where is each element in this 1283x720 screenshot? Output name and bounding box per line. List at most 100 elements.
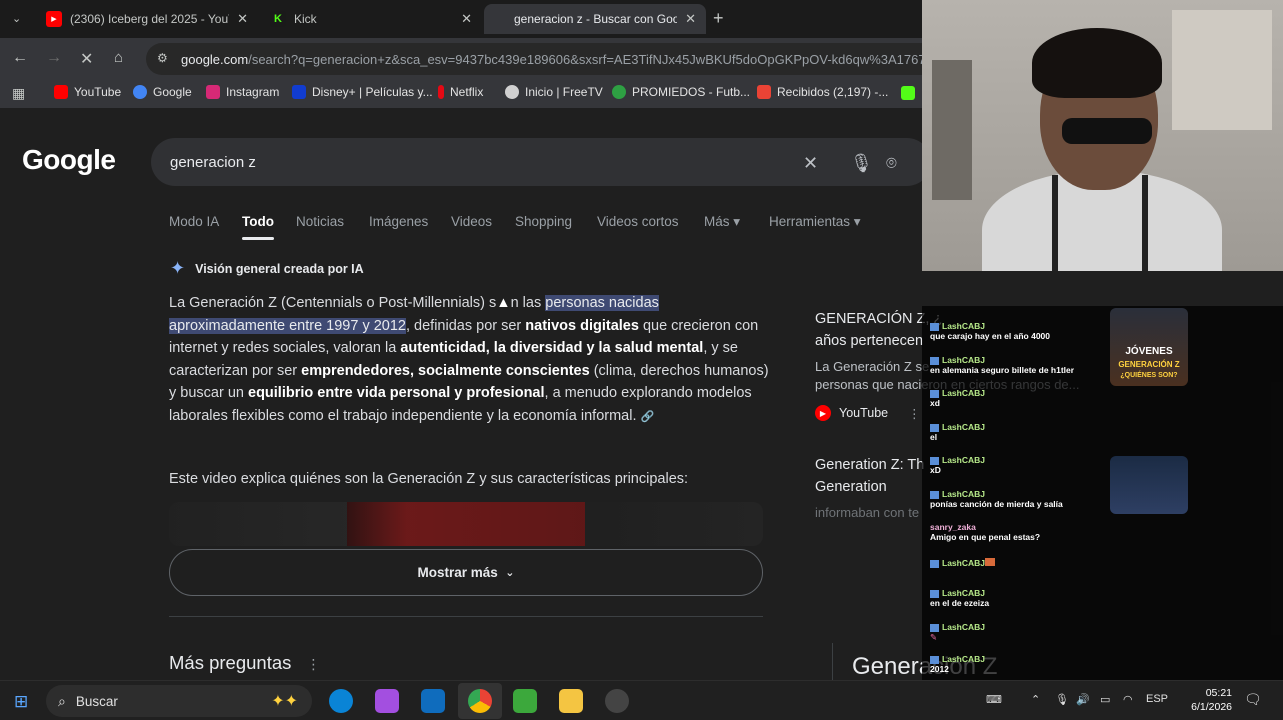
close-tab-icon[interactable]: ✕: [237, 11, 248, 27]
file-explorer-icon[interactable]: [559, 689, 583, 713]
volume-icon[interactable]: 🔊: [1076, 693, 1090, 706]
instagram-icon: [206, 85, 220, 99]
tab-videos[interactable]: Videos: [451, 214, 492, 229]
webcam-door: [932, 60, 972, 200]
link-icon[interactable]: 🔗: [641, 411, 655, 423]
clock[interactable]: 05:21 6/1/2026: [1172, 686, 1232, 714]
microphone-icon[interactable]: 🎙: [850, 153, 873, 174]
kick-icon: K: [270, 11, 286, 27]
ai-overview-text: La Generación Z (Centennials o Post-Mill…: [169, 295, 769, 424]
home-icon[interactable]: ⌂: [114, 49, 123, 66]
side-divider: [832, 643, 833, 680]
url-host: google.com: [181, 51, 249, 67]
more-options-icon[interactable]: ⋮: [908, 406, 921, 421]
bookmark-google[interactable]: Google: [133, 85, 192, 99]
tab-all[interactable]: Todo: [242, 214, 274, 229]
minecraft-icon[interactable]: [513, 689, 537, 713]
tab-google-search[interactable]: generacion z - Buscar con Goo ✕: [484, 4, 706, 34]
promiedos-icon: [612, 85, 626, 99]
keyboard-icon[interactable]: ⌨: [986, 693, 1002, 706]
badge-icon: [930, 456, 939, 465]
wifi-icon[interactable]: ◠: [1123, 693, 1133, 706]
chat-message: LashCABJ xd: [930, 388, 985, 408]
search-query-text: generacion z: [170, 153, 256, 171]
tray-chevron-icon[interactable]: ⌃: [1031, 693, 1040, 706]
badge-icon: [930, 623, 939, 632]
chat-message: sanry_zaka Amigo en que penal estas?: [930, 522, 1041, 542]
new-tab-icon[interactable]: +: [713, 8, 724, 29]
forward-icon[interactable]: →: [46, 49, 62, 67]
chrome-icon[interactable]: [468, 689, 492, 713]
side-result-2-title[interactable]: Generation Z: Th Generation: [815, 454, 924, 498]
webcam-overlay: [922, 0, 1283, 271]
thumbnail-text: JÓVENES: [1125, 346, 1173, 357]
video-preview[interactable]: [169, 502, 763, 546]
chat-message: LashCABJ ponías canción de mierda y salía: [930, 489, 1063, 509]
tab-images[interactable]: Imágenes: [369, 214, 428, 229]
copilot-icon[interactable]: [375, 689, 399, 713]
battery-icon[interactable]: ▭: [1100, 693, 1110, 706]
tab-tools[interactable]: Herramientas ▾: [769, 214, 861, 230]
more-options-icon[interactable]: ⋮: [307, 656, 321, 672]
badge-icon: [930, 423, 939, 432]
bookmark-instagram[interactable]: Instagram: [206, 85, 279, 99]
badge-icon: [930, 389, 939, 398]
bookmark-disney[interactable]: Disney+ | Películas y...: [292, 85, 433, 99]
freetv-icon: [505, 85, 519, 99]
emote-icon: [984, 558, 995, 566]
chat-message: LashCABJ en el de ezeiza: [930, 588, 990, 608]
tab-kick[interactable]: K Kick ✕: [260, 4, 482, 34]
chat-message: LashCABJ: [930, 556, 995, 568]
address-bar[interactable]: ⚙ google.com/search?q=generacion+z&sca_e…: [146, 43, 946, 75]
lens-camera-icon[interactable]: ⌾: [886, 153, 897, 174]
google-logo[interactable]: Google: [22, 144, 116, 176]
apps-grid-icon[interactable]: ▦: [12, 85, 25, 102]
google-icon: [133, 85, 147, 99]
chat-message: LashCABJ el: [930, 422, 985, 442]
notifications-icon[interactable]: 🗨: [1244, 691, 1262, 708]
badge-icon: [930, 322, 939, 331]
chat-message: LashCABJ 2012: [930, 654, 985, 674]
back-icon[interactable]: ←: [12, 49, 28, 67]
close-tab-icon[interactable]: ✕: [685, 11, 696, 27]
clear-search-icon[interactable]: ✕: [803, 153, 818, 174]
edge-icon[interactable]: [329, 689, 353, 713]
site-info-icon[interactable]: ⚙: [157, 51, 168, 65]
tab-ai-mode[interactable]: Modo IA: [169, 214, 219, 229]
bookmark-freetv[interactable]: Inicio | FreeTV: [505, 85, 603, 99]
bookmark-gmail[interactable]: Recibidos (2,197) -...: [757, 85, 888, 99]
obs-icon[interactable]: [605, 689, 629, 713]
windows-start-icon[interactable]: ⊞: [14, 692, 28, 712]
thumbnail-text: ¿QUIÉNES SON?: [1120, 372, 1178, 379]
badge-icon: [930, 655, 939, 664]
youtube-icon: ▶: [815, 405, 831, 421]
outlook-icon[interactable]: [421, 689, 445, 713]
stop-icon[interactable]: ✕: [80, 49, 93, 69]
stream-chat-overlay: JÓVENES GENERACIÓN Z ¿QUIÉNES SON? LashC…: [922, 306, 1283, 680]
tab-short-videos[interactable]: Videos cortos: [597, 214, 679, 229]
bookmark-promiedos[interactable]: PROMIEDOS - Futb...: [612, 85, 750, 99]
chat-message: LashCABJ xD: [930, 455, 985, 475]
tab-shopping[interactable]: Shopping: [515, 214, 572, 229]
emote-icon: ✎: [930, 632, 938, 642]
tab-news[interactable]: Noticias: [296, 214, 344, 229]
gmail-icon: [757, 85, 771, 99]
search-icon: ⌕: [58, 692, 66, 709]
microphone-icon[interactable]: 🎙: [1055, 693, 1069, 706]
taskbar-search[interactable]: ⌕ Buscar ✦✦: [46, 685, 312, 717]
disney-icon: [292, 85, 306, 99]
close-tab-icon[interactable]: ✕: [461, 11, 472, 27]
side-result-source[interactable]: ▶ YouTube ⋮: [815, 405, 921, 421]
windows-taskbar: ⊞ ⌕ Buscar ✦✦ ⌨ ⌃ 🎙 🔊 ▭ ◠ ESP 05:21 6/1/…: [0, 680, 1283, 720]
kick-bookmark-icon[interactable]: [901, 86, 915, 100]
show-more-button[interactable]: Mostrar más ⌄: [169, 549, 763, 596]
tab-youtube[interactable]: ▶ (2306) Iceberg del 2025 - YouTu ✕: [36, 4, 258, 34]
bookmark-netflix[interactable]: Netflix: [438, 85, 483, 99]
badge-icon: [930, 490, 939, 499]
tab-search-chevron-icon[interactable]: ⌄: [12, 12, 21, 25]
language-indicator[interactable]: ESP: [1146, 693, 1168, 705]
bookmark-youtube[interactable]: YouTube: [54, 85, 121, 99]
section-divider: [169, 616, 763, 617]
tab-more[interactable]: Más ▾: [704, 214, 740, 230]
chevron-down-icon: ⌄: [505, 567, 515, 579]
